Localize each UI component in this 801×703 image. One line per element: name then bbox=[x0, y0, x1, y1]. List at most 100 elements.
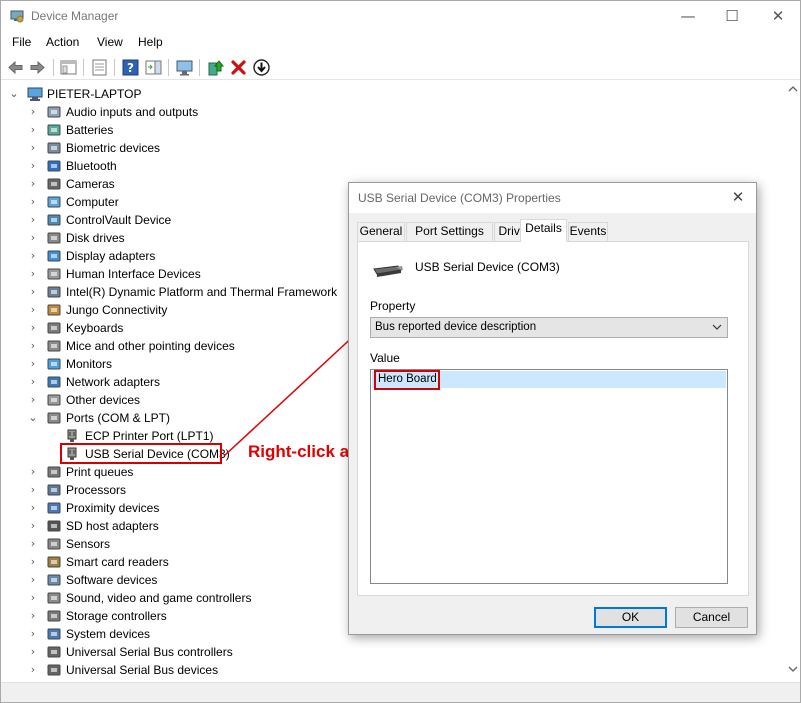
tree-node-label: Sound, video and game controllers bbox=[66, 591, 252, 605]
chevron-right-icon[interactable]: › bbox=[28, 175, 38, 193]
tree-node-label: Audio inputs and outputs bbox=[66, 105, 199, 119]
chevron-down-icon bbox=[712, 324, 722, 330]
chevron-right-icon[interactable]: › bbox=[28, 265, 38, 283]
chevron-right-icon[interactable]: › bbox=[28, 193, 38, 211]
printer-icon bbox=[46, 464, 62, 480]
property-label: Property bbox=[370, 299, 416, 313]
tree-node-label: Intel(R) Dynamic Platform and Thermal Fr… bbox=[66, 285, 338, 299]
chevron-right-icon[interactable]: › bbox=[28, 625, 38, 643]
tree-node-label: Disk drives bbox=[66, 231, 125, 245]
dialog-close-button[interactable]: ✕ bbox=[720, 183, 756, 213]
jungo-icon bbox=[46, 302, 62, 318]
chevron-right-icon[interactable]: › bbox=[28, 571, 38, 589]
chevron-right-icon[interactable]: › bbox=[28, 643, 38, 661]
chevron-right-icon[interactable]: › bbox=[28, 283, 38, 301]
tree-node-label: Mice and other pointing devices bbox=[66, 339, 235, 353]
download-driver-icon[interactable] bbox=[252, 58, 271, 77]
sensor-icon bbox=[46, 536, 62, 552]
chevron-right-icon[interactable]: › bbox=[28, 391, 38, 409]
action-pane-icon[interactable] bbox=[144, 58, 163, 77]
toolbar-separator bbox=[53, 59, 54, 76]
tree-node-label: Print queues bbox=[66, 465, 134, 479]
forward-arrow-icon[interactable] bbox=[28, 58, 47, 77]
tree-node[interactable]: › Biometric devices bbox=[1, 139, 701, 157]
tree-node-label: Computer bbox=[66, 195, 119, 209]
chevron-right-icon[interactable]: › bbox=[28, 553, 38, 571]
chevron-right-icon[interactable]: › bbox=[28, 661, 38, 679]
menu-file[interactable]: File bbox=[12, 35, 31, 49]
maximize-button[interactable]: ☐ bbox=[709, 1, 755, 31]
help-icon[interactable]: ? bbox=[121, 58, 140, 77]
tree-node[interactable]: › Batteries bbox=[1, 121, 701, 139]
tree-node-label: Batteries bbox=[66, 123, 114, 137]
dialog-title-bar[interactable]: USB Serial Device (COM3) Properties ✕ bbox=[349, 183, 756, 213]
computer-icon bbox=[27, 86, 43, 102]
menu-action[interactable]: Action bbox=[46, 35, 79, 49]
tree-root[interactable]: ⌄ PIETER-LAPTOP bbox=[1, 85, 401, 103]
chevron-right-icon[interactable]: › bbox=[28, 229, 38, 247]
properties-icon[interactable] bbox=[90, 58, 109, 77]
chevron-right-icon[interactable]: › bbox=[28, 589, 38, 607]
chevron-right-icon[interactable]: › bbox=[28, 211, 38, 229]
tab-general[interactable]: General bbox=[357, 222, 405, 241]
tree-node-label: Cameras bbox=[66, 177, 115, 191]
tree-node[interactable]: › Universal Serial Bus devices bbox=[1, 661, 701, 679]
toolbar-separator bbox=[168, 59, 169, 76]
tab-details[interactable]: Details bbox=[520, 219, 567, 242]
chevron-right-icon[interactable]: › bbox=[28, 607, 38, 625]
highlight-usb-serial-device bbox=[60, 443, 222, 464]
close-button[interactable]: ✕ bbox=[755, 1, 801, 31]
chevron-right-icon[interactable]: › bbox=[28, 139, 38, 157]
chevron-expanded-icon[interactable]: ⌄ bbox=[28, 409, 38, 427]
ok-button[interactable]: OK bbox=[594, 607, 667, 628]
chevron-right-icon[interactable]: › bbox=[28, 481, 38, 499]
chevron-right-icon[interactable]: › bbox=[28, 355, 38, 373]
tree-node-label: Software devices bbox=[66, 573, 158, 587]
chevron-right-icon[interactable]: › bbox=[28, 103, 38, 121]
smartcard-icon bbox=[46, 554, 62, 570]
chip-icon bbox=[46, 284, 62, 300]
chevron-right-icon[interactable]: › bbox=[28, 463, 38, 481]
update-driver-icon[interactable] bbox=[206, 58, 225, 77]
tree-node-label: Bluetooth bbox=[66, 159, 117, 173]
chevron-right-icon[interactable]: › bbox=[28, 247, 38, 265]
cancel-button[interactable]: Cancel bbox=[675, 607, 748, 628]
chevron-right-icon[interactable]: › bbox=[28, 301, 38, 319]
chevron-right-icon[interactable]: › bbox=[28, 499, 38, 517]
console-tree-icon[interactable] bbox=[59, 58, 78, 77]
property-dropdown[interactable]: Bus reported device description bbox=[370, 317, 728, 338]
tree-node[interactable]: › Audio inputs and outputs bbox=[1, 103, 701, 121]
chevron-expanded-icon[interactable]: ⌄ bbox=[9, 85, 19, 103]
tree-node-label: Universal Serial Bus controllers bbox=[66, 645, 233, 659]
minimize-button[interactable]: — bbox=[665, 1, 711, 31]
display-icon bbox=[46, 248, 62, 264]
chevron-right-icon[interactable]: › bbox=[28, 535, 38, 553]
hid-icon bbox=[46, 266, 62, 282]
horizontal-scrollbar[interactable] bbox=[1, 682, 800, 702]
tab-port-settings[interactable]: Port Settings bbox=[406, 222, 493, 241]
tree-node[interactable]: › Universal Serial Bus controllers bbox=[1, 643, 701, 661]
tree-node[interactable]: › Bluetooth bbox=[1, 157, 701, 175]
sd-icon bbox=[46, 518, 62, 534]
vertical-scrollbar[interactable] bbox=[786, 81, 800, 682]
value-list[interactable]: Hero Board bbox=[370, 369, 728, 584]
scroll-up-icon[interactable] bbox=[788, 85, 798, 93]
battery-icon bbox=[46, 122, 62, 138]
scan-hardware-icon[interactable] bbox=[175, 58, 194, 77]
chevron-right-icon[interactable]: › bbox=[28, 319, 38, 337]
back-arrow-icon[interactable] bbox=[6, 58, 25, 77]
chevron-right-icon[interactable]: › bbox=[28, 517, 38, 535]
tab-events[interactable]: Events bbox=[568, 222, 608, 241]
menu-view[interactable]: View bbox=[97, 35, 123, 49]
tree-node-label: Processors bbox=[66, 483, 127, 497]
uninstall-x-icon[interactable] bbox=[229, 58, 248, 77]
title-bar[interactable]: Device Manager — ☐ ✕ bbox=[1, 1, 800, 31]
menu-help[interactable]: Help bbox=[138, 35, 163, 49]
chevron-right-icon[interactable]: › bbox=[28, 121, 38, 139]
storage-icon bbox=[46, 608, 62, 624]
tree-node-label: ControlVault Device bbox=[66, 213, 172, 227]
chevron-right-icon[interactable]: › bbox=[28, 157, 38, 175]
chevron-right-icon[interactable]: › bbox=[28, 373, 38, 391]
chevron-right-icon[interactable]: › bbox=[28, 337, 38, 355]
scroll-down-icon[interactable] bbox=[788, 665, 798, 673]
